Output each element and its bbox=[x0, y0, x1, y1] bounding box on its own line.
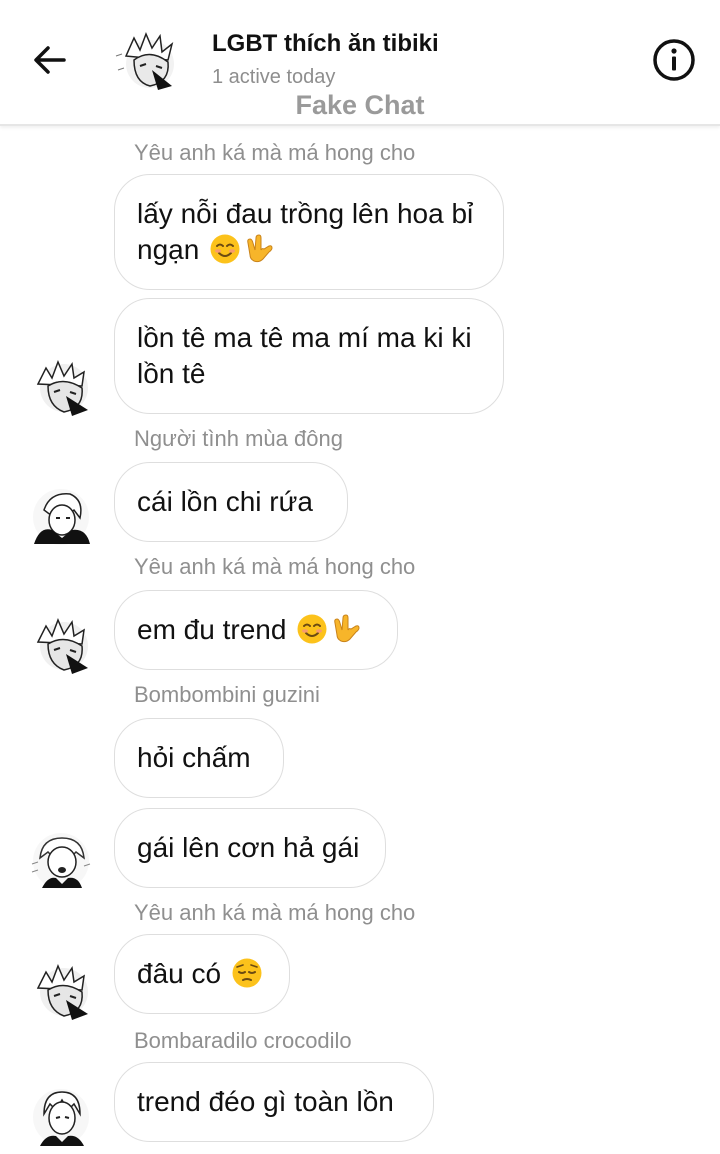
message-bubble[interactable]: lấy nỗi đau trồng lên hoa bỉ ngạn bbox=[114, 174, 504, 290]
sender-name: Yêu anh ká mà má hong cho bbox=[134, 900, 416, 925]
sender-name: Yêu anh ká mà má hong cho bbox=[134, 554, 416, 579]
message-bubble[interactable]: trend đéo gì toàn lồn bbox=[114, 1062, 434, 1142]
message-text: em đu trend bbox=[137, 614, 287, 645]
message-text: trend đéo gì toàn lồn bbox=[137, 1086, 394, 1117]
sender-avatar[interactable] bbox=[30, 612, 92, 674]
message-bubble[interactable]: gái lên cơn hả gái bbox=[114, 808, 386, 888]
smiling-blush-emoji bbox=[209, 233, 241, 265]
pensive-emoji bbox=[231, 957, 263, 989]
info-icon[interactable] bbox=[652, 38, 696, 82]
group-avatar[interactable] bbox=[112, 26, 180, 92]
message-text: gái lên cơn hả gái bbox=[137, 832, 360, 863]
sender-name: Bombombini guzini bbox=[134, 682, 320, 707]
sender-avatar[interactable] bbox=[30, 486, 92, 548]
sender-avatar[interactable] bbox=[30, 1086, 92, 1148]
smiling-blush-emoji bbox=[296, 613, 328, 645]
chat-title[interactable]: LGBT thích ăn tibiki bbox=[212, 30, 439, 58]
message-bubble[interactable]: đâu có bbox=[114, 934, 290, 1014]
sender-avatar[interactable] bbox=[30, 958, 92, 1020]
sender-avatar[interactable] bbox=[30, 830, 92, 892]
message-bubble[interactable]: em đu trend bbox=[114, 590, 398, 670]
message-bubble[interactable]: hỏi chấm bbox=[114, 718, 284, 798]
message-text: cái lồn chi rứa bbox=[137, 486, 313, 517]
sender-name: Người tình mùa đông bbox=[134, 426, 343, 451]
message-bubble[interactable]: cái lồn chi rứa bbox=[114, 462, 348, 542]
sender-name: Yêu anh ká mà má hong cho bbox=[134, 140, 416, 165]
love-you-gesture-emoji bbox=[243, 233, 275, 265]
watermark: Fake Chat bbox=[295, 90, 425, 120]
message-text: hỏi chấm bbox=[137, 742, 251, 773]
active-status: 1 active today bbox=[212, 66, 336, 88]
chat-header: LGBT thích ăn tibiki 1 active today Fake… bbox=[0, 0, 720, 126]
love-you-gesture-emoji bbox=[330, 613, 362, 645]
message-text: đâu có bbox=[137, 958, 222, 989]
sender-avatar[interactable] bbox=[30, 354, 92, 416]
back-arrow-icon[interactable] bbox=[30, 40, 70, 80]
message-bubble[interactable]: lồn tê ma tê ma mí ma ki ki lồn tê bbox=[114, 298, 504, 414]
sender-name: Bombaradilo crocodilo bbox=[134, 1028, 352, 1053]
message-text: lồn tê ma tê ma mí ma ki ki lồn tê bbox=[137, 322, 472, 389]
message-text: lấy nỗi đau trồng lên hoa bỉ ngạn bbox=[137, 198, 474, 265]
